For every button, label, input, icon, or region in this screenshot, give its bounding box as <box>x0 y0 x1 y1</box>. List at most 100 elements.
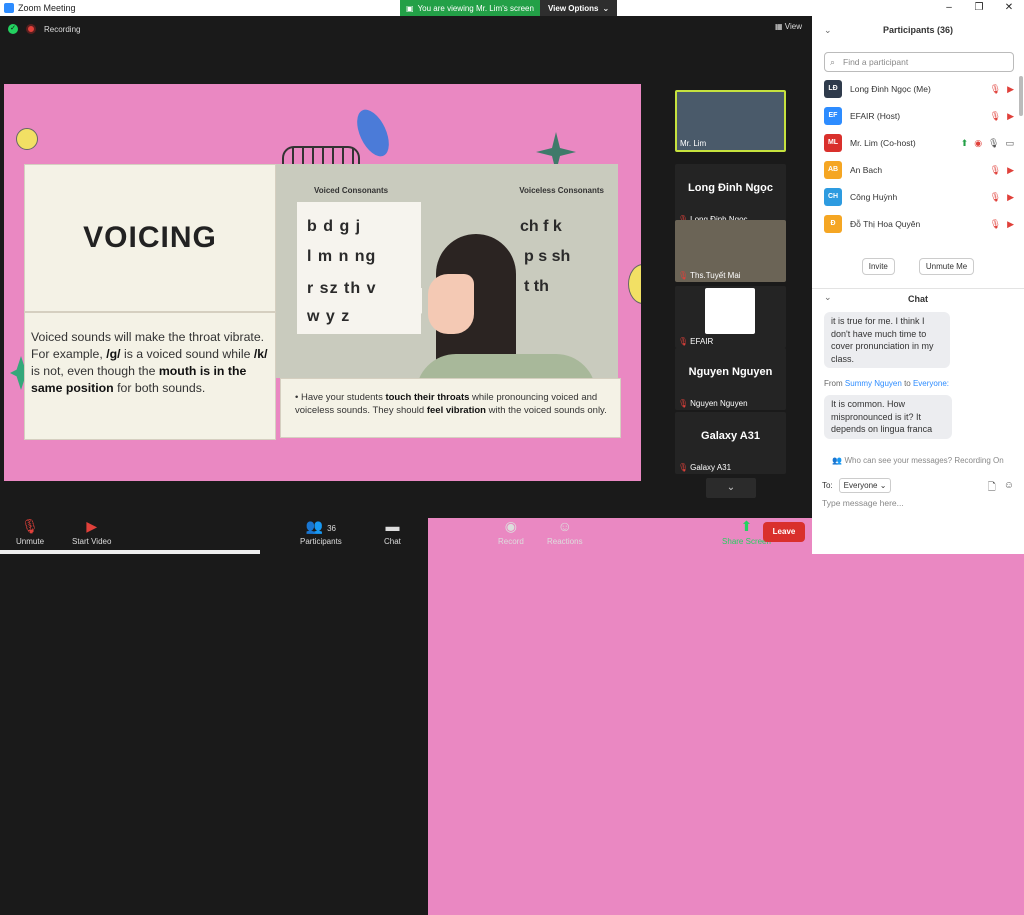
desc-text-2: is a voiced sound while <box>120 347 254 361</box>
chat-visibility-text: Who can see your messages? Recording On <box>844 456 1004 465</box>
find-participant-input[interactable]: ⌕ Find a participant <box>824 52 1014 72</box>
meeting-top-bar: ✓ Recording ▦ View <box>0 16 812 42</box>
recording-icon <box>26 24 36 34</box>
video-tile-efair[interactable]: 🎙 EFAIR <box>675 286 786 348</box>
mic-off-icon: 🎙 <box>989 191 1002 202</box>
video-off-icon: ▶ <box>1007 83 1014 94</box>
voiced-row: w y z <box>307 308 351 325</box>
avatar: ML <box>824 134 842 152</box>
mic-off-icon: 🎙 <box>989 110 1002 121</box>
participant-name: Công Huỳnh <box>850 192 898 202</box>
illustration-face <box>428 274 474 334</box>
tile-label: 🎙 EFAIR <box>678 337 713 346</box>
participant-name: EFAIR (Host) <box>850 111 901 121</box>
chat-recipient-row: To: Everyone ⌄ <box>822 478 892 493</box>
start-video-label: Start Video <box>72 537 112 546</box>
from-label: From <box>824 379 843 388</box>
share-screen-button[interactable]: ⬆ Share Screen <box>428 518 1024 915</box>
decorative-circle <box>16 128 38 150</box>
video-tile-nguyen[interactable]: Nguyen Nguyen 🎙 Nguyen Nguyen <box>675 348 786 410</box>
slide-title: VOICING <box>83 221 217 254</box>
thumbnails-scroll-down-button[interactable]: ⌄ <box>706 478 756 498</box>
voiced-title: Voiced Consonants <box>314 186 389 195</box>
desc-text-4: for both sounds. <box>113 381 206 395</box>
participants-button[interactable]: 👥 36 Participants <box>300 518 342 546</box>
participant-actions: Invite Unmute Me <box>812 258 1024 275</box>
shield-icon[interactable]: ✓ <box>8 24 18 34</box>
to-word: to <box>904 379 911 388</box>
participant-row[interactable]: CH Công Huỳnh 🎙 ▶ <box>824 186 1014 208</box>
minimize-icon[interactable]: – <box>934 0 964 16</box>
mic-icon: 🎙 <box>988 137 1000 148</box>
video-icon: ▭ <box>1005 137 1014 148</box>
tile-big-name: Long Đinh Ngọc <box>688 182 773 194</box>
unmute-label: Unmute <box>16 537 45 546</box>
participant-row[interactable]: EF EFAIR (Host) 🎙 ▶ <box>824 105 1014 127</box>
video-off-icon: ▶ <box>86 518 98 534</box>
sender-name[interactable]: Summy Nguyen <box>845 379 902 388</box>
reactions-button[interactable]: ☺ Reactions <box>547 518 583 546</box>
start-video-button[interactable]: ▶ Start Video <box>72 518 111 546</box>
chat-visibility-note[interactable]: 👥 Who can see your messages? Recording O… <box>812 456 1024 465</box>
participants-scrollbar[interactable] <box>1019 76 1023 116</box>
participant-status: ⬆ ◉ 🎙 ▭ <box>961 138 1014 149</box>
participant-row[interactable]: AB An Bach 🎙 ▶ <box>824 159 1014 181</box>
mic-off-icon: 🎙 <box>989 83 1002 94</box>
share-screen-icon: ⬆ <box>960 137 969 148</box>
maximize-icon[interactable]: ❐ <box>964 0 994 16</box>
window-controls: – ❐ ✕ <box>934 0 1024 16</box>
participant-row[interactable]: Đ Đỗ Thị Hoa Quyên 🎙 ▶ <box>824 213 1014 235</box>
chevron-down-icon: ⌄ <box>602 3 610 13</box>
to-label: To: <box>822 481 833 490</box>
chat-button[interactable]: ▬ Chat <box>384 518 401 546</box>
tip-bold-2: feel vibration <box>426 405 486 416</box>
tile-label: 🎙 Nguyen Nguyen <box>678 399 748 408</box>
emoji-icon[interactable]: ☺ <box>1004 480 1014 497</box>
avatar: LĐ <box>824 80 842 98</box>
screen-share-icon: ▣ <box>406 3 414 13</box>
video-tile-galaxy[interactable]: Galaxy A31 🎙 Galaxy A31 <box>675 412 786 474</box>
participant-status: 🎙 ▶ <box>990 111 1014 122</box>
invite-button[interactable]: Invite <box>861 258 895 275</box>
participant-row[interactable]: LĐ Long Đinh Ngọc (Me) 🎙 ▶ <box>824 78 1014 100</box>
tile-name: EFAIR <box>690 337 714 346</box>
unmute-me-button[interactable]: Unmute Me <box>918 258 975 275</box>
view-options-button[interactable]: View Options ⌄ <box>539 0 618 16</box>
avatar: EF <box>824 107 842 125</box>
chat-message: It is common. How mispronounced is it? I… <box>824 395 952 439</box>
tile-label: 🎙 Galaxy A31 <box>678 463 731 472</box>
video-tile-long[interactable]: Long Đinh Ngọc 🎙Long Đinh Ngọc <box>675 164 786 226</box>
voiced-card: b d g j l m n ng r sz th v w y z <box>297 202 421 334</box>
leave-button[interactable]: Leave <box>763 522 805 542</box>
tile-big-name: Galaxy A31 <box>701 430 760 442</box>
close-icon[interactable]: ✕ <box>994 0 1024 16</box>
video-tile-mr-lim[interactable]: Mr. Lim <box>675 90 786 152</box>
unmute-button[interactable]: 🎙 Unmute <box>16 518 44 546</box>
video-tile-tuyet-mai[interactable]: 🎙 Ths.Tuyết Mai <box>675 220 786 282</box>
people-icon: 👥 <box>832 456 843 465</box>
desc-text-3: is not, even though the <box>31 364 159 378</box>
video-off-icon: ▶ <box>1007 191 1014 202</box>
meeting-toolbar: 🎙 Unmute ▶ Start Video 👥 36 Participants… <box>0 512 1024 915</box>
video-off-icon: ▶ <box>1007 218 1014 229</box>
window-title-text: Zoom Meeting <box>18 3 76 13</box>
participant-row[interactable]: ML Mr. Lim (Co-host) ⬆ ◉ 🎙 ▭ <box>824 132 1014 154</box>
recipient-select[interactable]: Everyone ⌄ <box>838 478 892 493</box>
view-button[interactable]: ▦ View <box>775 22 802 31</box>
record-button[interactable]: ◉ Record <box>498 518 524 546</box>
mic-off-icon: 🎙 <box>989 164 1002 175</box>
mic-off-icon: 🎙 <box>21 518 39 534</box>
desc-g: /g/ <box>106 347 121 361</box>
chat-input[interactable]: Type message here... <box>822 498 904 508</box>
slide-tip: • Have your students touch their throats… <box>280 378 621 438</box>
chevron-down-icon: ⌄ <box>726 482 736 493</box>
participant-name: Đỗ Thị Hoa Quyên <box>850 219 921 229</box>
view-label: View <box>784 22 802 31</box>
recording-icon: ◉ <box>974 137 983 148</box>
tip-text-1: Have your students <box>300 392 386 403</box>
mic-off-icon: 🎙 <box>678 337 689 346</box>
reactions-icon: ☺ <box>557 518 572 534</box>
search-icon: ⌕ <box>830 57 836 67</box>
file-icon[interactable]: 🗋 <box>988 480 996 497</box>
mic-off-icon: 🎙 <box>678 463 689 472</box>
